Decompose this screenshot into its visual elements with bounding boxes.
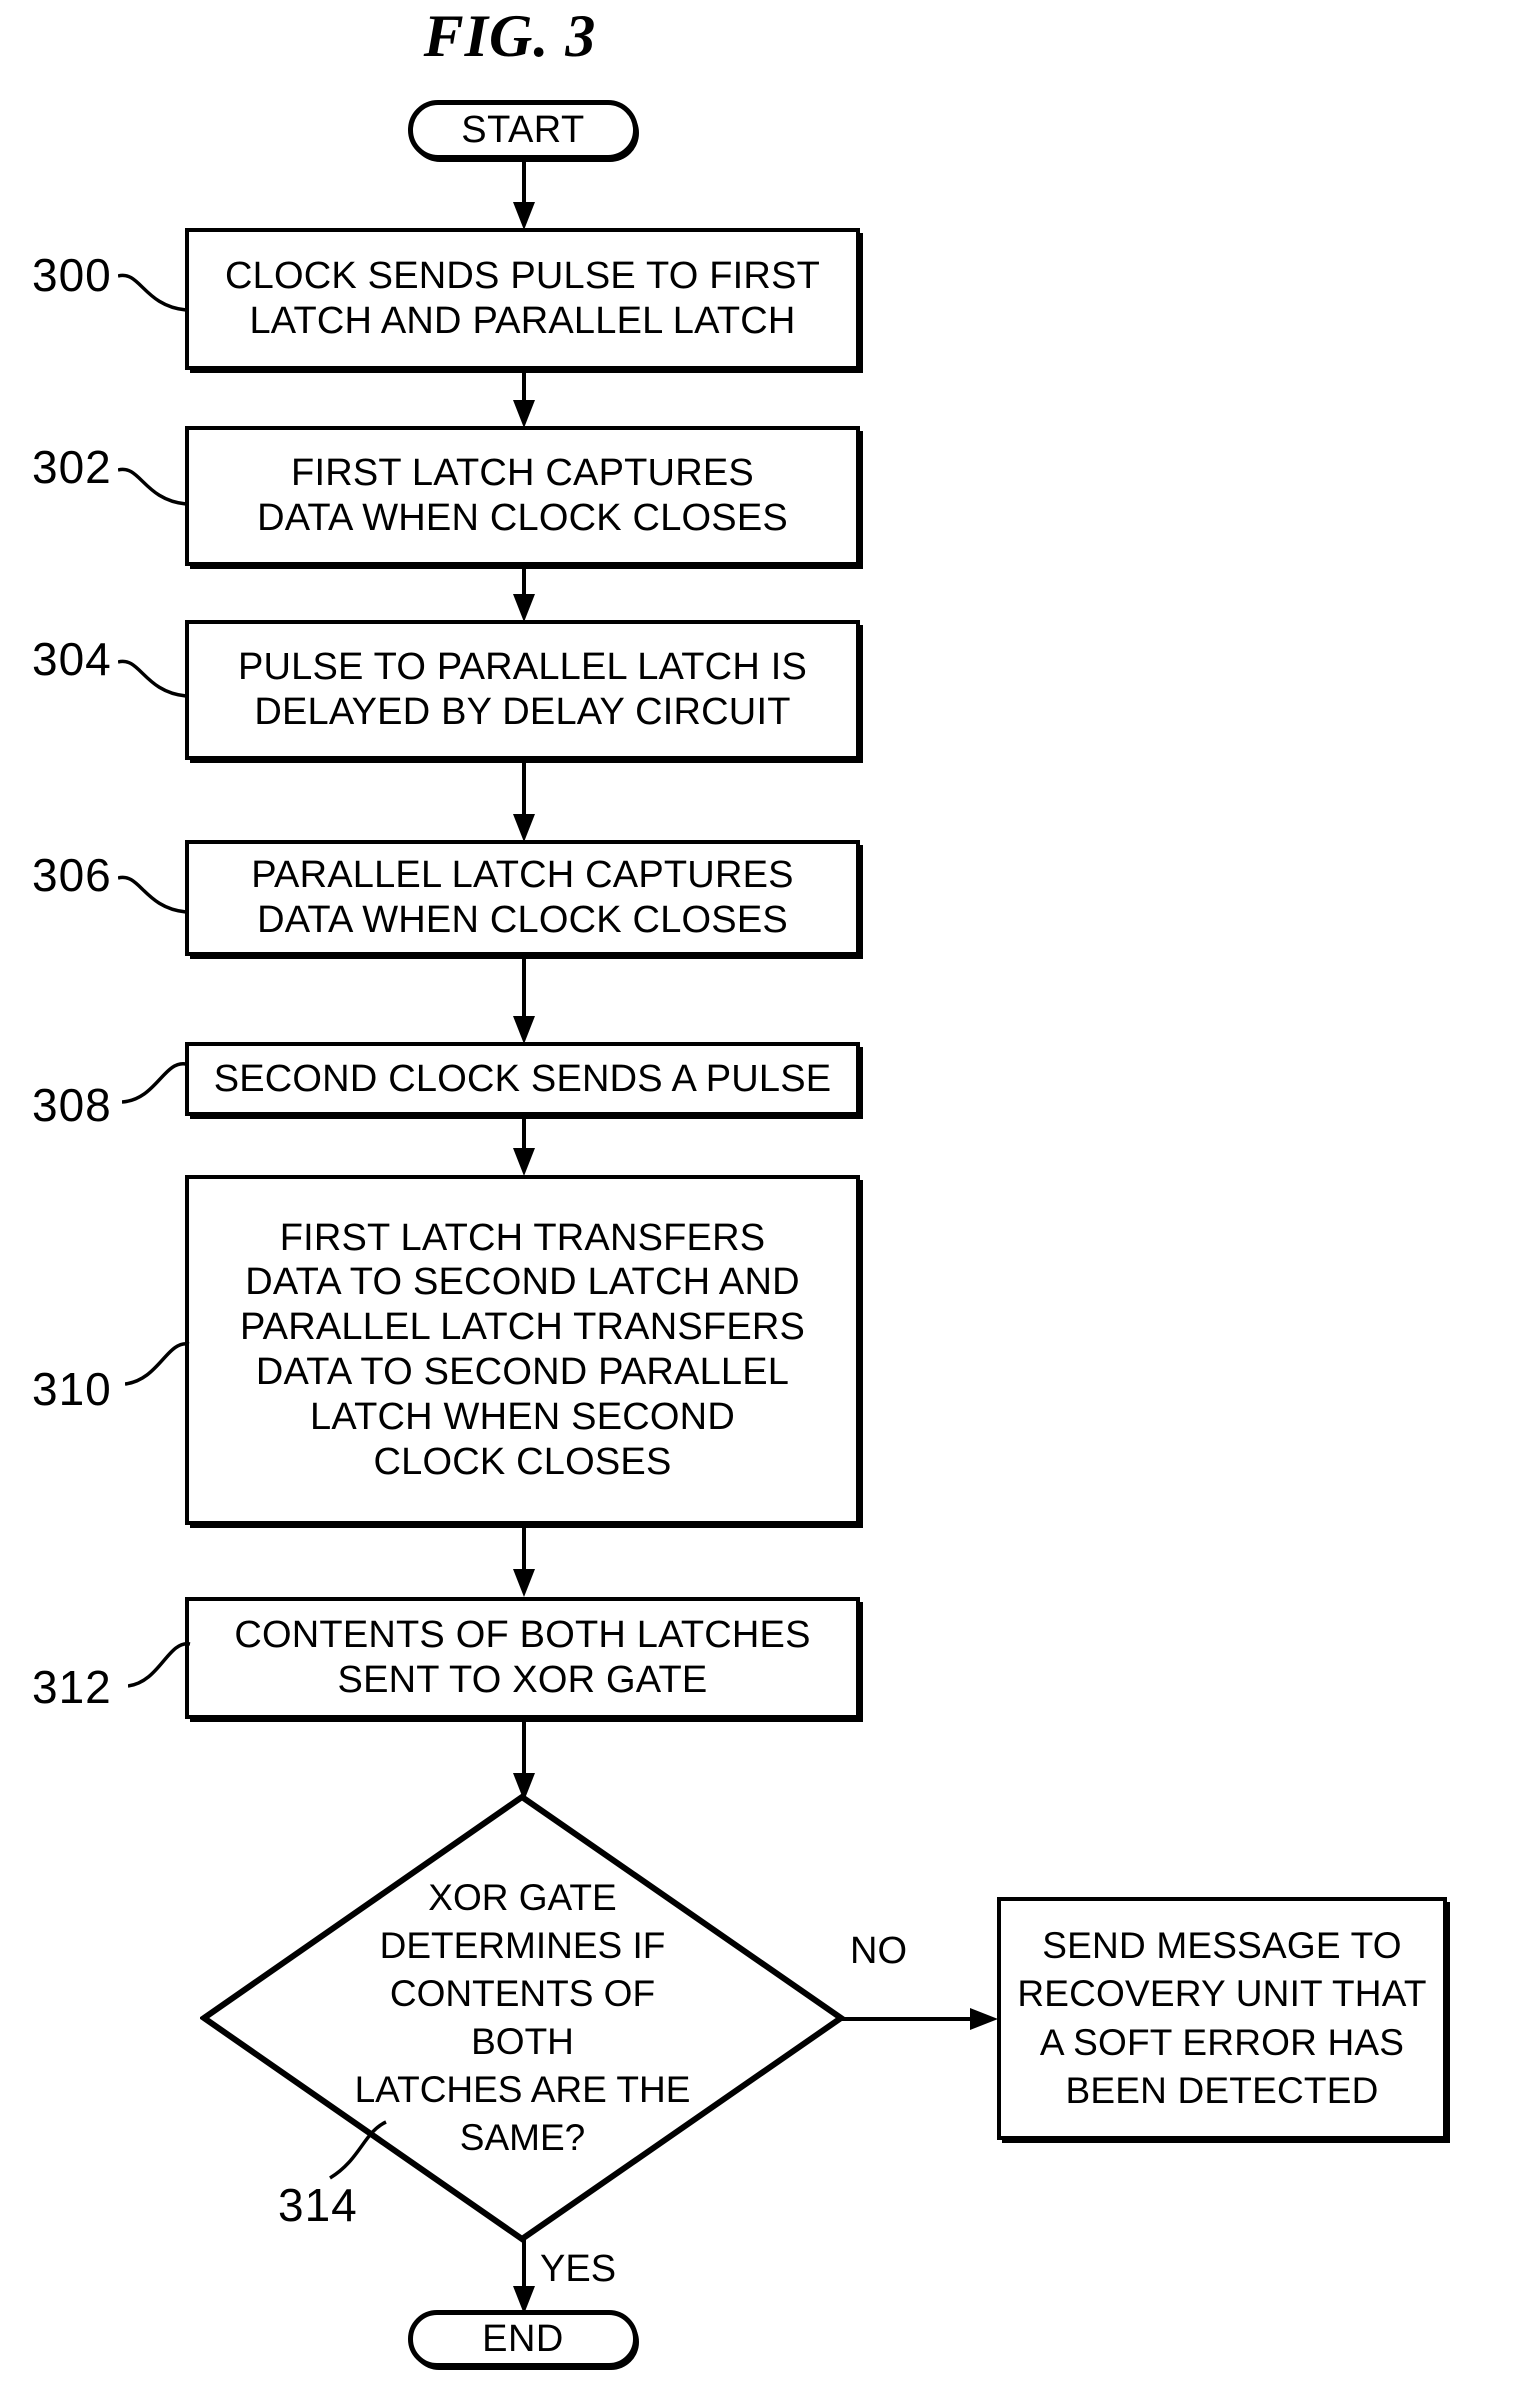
reference-numeral-306: 306 <box>32 849 112 901</box>
box-300-line-1: CLOCK SENDS PULSE TO FIRST <box>224 255 821 298</box>
reference-numeral-302: 302 <box>32 441 112 493</box>
leader-line-312 <box>128 1642 191 1688</box>
leader-line-314 <box>329 2120 387 2180</box>
reference-numeral-308: 308 <box>32 1079 112 1131</box>
box-308-line-1: SECOND CLOCK SENDS A PULSE <box>213 1057 832 1100</box>
box-302-line-2: DATA WHEN CLOCK CLOSES <box>257 497 788 539</box>
connector-312-to-314 <box>513 1717 535 1801</box>
leader-line-306 <box>118 875 187 914</box>
leader-line-304 <box>118 659 187 698</box>
end-terminator: END <box>408 2310 638 2368</box>
box-306-line-1: PARALLEL LATCH CAPTURES <box>251 854 794 897</box>
leader-line-310 <box>125 1342 190 1386</box>
connector-310-to-312 <box>513 1523 535 1597</box>
error-box-line-4: BEEN DETECTED <box>1065 2069 1379 2111</box>
leader-line-302 <box>118 467 187 506</box>
process-box-302: FIRST LATCH CAPTURES DATA WHEN CLOCK CLO… <box>185 426 860 566</box>
error-box-line-1: SEND MESSAGE TO <box>1042 1925 1402 1967</box>
box-304-line-2: DELAYED BY DELAY CIRCUIT <box>254 691 791 733</box>
box-304-line-1: PULSE TO PARALLEL LATCH IS <box>237 646 808 689</box>
connector-306-to-308 <box>513 954 535 1044</box>
leader-line-308 <box>122 1062 187 1104</box>
box-310-line-3: PARALLEL LATCH TRANSFERS <box>239 1306 806 1349</box>
box-310-line-5: LATCH WHEN SECOND <box>310 1395 735 1438</box>
box-312-line-2: SENT TO XOR GATE <box>337 1659 708 1701</box>
box-302-line-1: FIRST LATCH CAPTURES <box>291 452 754 495</box>
box-310-line-1: FIRST LATCH TRANSFERS <box>279 1216 766 1259</box>
process-box-306: PARALLEL LATCH CAPTURES DATA WHEN CLOCK … <box>185 840 860 956</box>
box-310-line-6: CLOCK CLOSES <box>373 1440 672 1483</box>
end-label: END <box>482 2317 564 2360</box>
figure-canvas: FIG. 3 START CLOCK SENDS PULSE TO FIRST … <box>0 0 1527 2407</box>
error-box-line-3: A SOFT ERROR HAS <box>1039 2021 1405 2063</box>
box-312-line-1: CONTENTS OF BOTH LATCHES <box>234 1614 811 1657</box>
connector-start-to-300 <box>513 158 535 230</box>
process-box-310: FIRST LATCH TRANSFERS DATA TO SECOND LAT… <box>185 1175 860 1525</box>
connector-300-to-302 <box>513 368 535 428</box>
connector-304-to-306 <box>513 758 535 842</box>
connector-308-to-310 <box>513 1114 535 1176</box>
start-label: START <box>461 108 585 151</box>
box-310-line-4: DATA TO SECOND PARALLEL <box>255 1351 790 1393</box>
reference-numeral-312: 312 <box>32 1661 112 1713</box>
branch-label-no: NO <box>850 1930 907 1972</box>
connector-no-branch <box>838 2008 998 2030</box>
leader-line-300 <box>118 273 187 312</box>
process-box-308: SECOND CLOCK SENDS A PULSE <box>185 1042 860 1116</box>
box-300-line-2: LATCH AND PARALLEL LATCH <box>249 300 796 342</box>
branch-label-yes: YES <box>540 2248 617 2290</box>
reference-numeral-310: 310 <box>32 1363 112 1415</box>
connector-302-to-304 <box>513 564 535 622</box>
reference-numeral-300: 300 <box>32 249 112 301</box>
process-box-send-message: SEND MESSAGE TO RECOVERY UNIT THAT A SOF… <box>997 1897 1447 2140</box>
box-310-line-2: DATA TO SECOND LATCH AND <box>245 1261 800 1304</box>
error-box-line-2: RECOVERY UNIT THAT <box>1017 1973 1427 2015</box>
figure-title: FIG. 3 <box>423 3 597 69</box>
start-terminator: START <box>408 100 638 160</box>
process-box-300: CLOCK SENDS PULSE TO FIRST LATCH AND PAR… <box>185 228 860 370</box>
process-box-312: CONTENTS OF BOTH LATCHES SENT TO XOR GAT… <box>185 1597 860 1719</box>
box-306-line-2: DATA WHEN CLOCK CLOSES <box>257 899 788 941</box>
decision-diamond-314: XOR GATE DETERMINES IF CONTENTS OF BOTH … <box>200 1793 845 2243</box>
process-box-304: PULSE TO PARALLEL LATCH IS DELAYED BY DE… <box>185 620 860 760</box>
reference-numeral-304: 304 <box>32 633 112 685</box>
